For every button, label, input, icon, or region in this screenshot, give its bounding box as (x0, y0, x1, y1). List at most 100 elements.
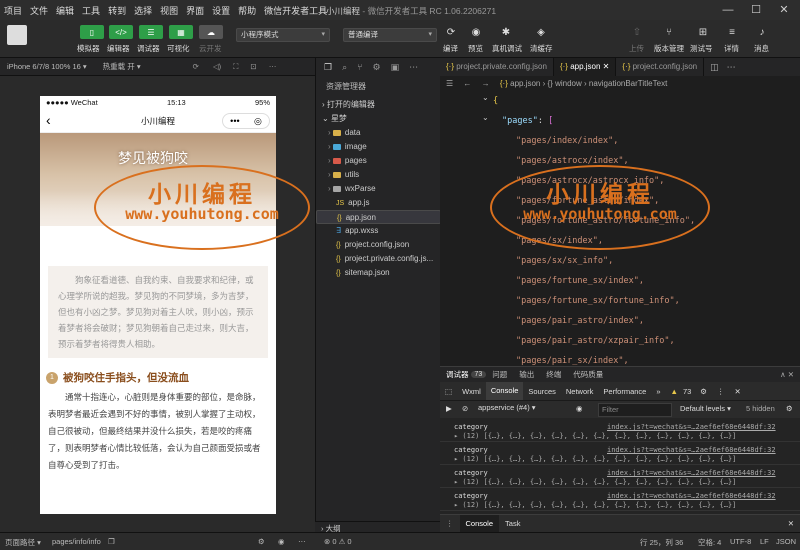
search-icon[interactable]: ⌕ (342, 62, 347, 73)
details-icon[interactable]: ≡ (723, 26, 741, 40)
indent-setting[interactable]: 空格: 4 (698, 537, 721, 548)
tree-item-image[interactable]: › image (316, 140, 441, 154)
extensions-icon[interactable]: ▣ (391, 62, 400, 73)
log-entry[interactable]: category index.js?t=wechat&s=…2aef6ef68e… (440, 466, 800, 488)
tree-item-utils[interactable]: › utils (316, 168, 441, 182)
menu-view[interactable]: 视图 (156, 4, 182, 17)
minimize-button[interactable]: — (720, 2, 736, 18)
tree-item-project-private-config[interactable]: {} project.private.config.js... (316, 252, 441, 266)
debugger-toggle[interactable]: ☰ (139, 25, 163, 39)
drawer-tab-task[interactable]: Task (499, 519, 526, 528)
close-icon[interactable]: ✕ (730, 387, 746, 396)
problems-count[interactable]: ⊗ 0 ⚠ 0 (324, 537, 352, 546)
close-icon[interactable]: ✕ (603, 62, 610, 71)
test-account-icon[interactable]: ⊞ (694, 26, 712, 40)
log-array[interactable]: ▸ (12) [{…}, {…}, {…}, {…}, {…}, {…}, {…… (454, 478, 736, 486)
more-icon[interactable]: ⋯ (269, 62, 277, 71)
tab-code-quality[interactable]: 代码质量 (567, 369, 609, 380)
exit-circle-icon[interactable]: ◎ (254, 116, 262, 127)
gear-icon[interactable]: ⚙ (786, 404, 793, 413)
version-icon[interactable]: ⑂ (660, 26, 678, 40)
context-select[interactable]: appservice (#4) ▾ (478, 403, 564, 416)
page-path-label[interactable]: 页面路径 ▾ (5, 537, 41, 548)
gear-icon[interactable]: ⚙ (695, 387, 712, 396)
tree-item-project-config[interactable]: {} project.config.json (316, 238, 441, 252)
menu-edit[interactable]: 编辑 (52, 4, 78, 17)
tab-output[interactable]: 输出 (513, 369, 540, 380)
nav-prev-icon[interactable]: ← (463, 79, 471, 88)
debug-run-icon[interactable]: ⚙ (373, 62, 381, 73)
clear-console-icon[interactable]: ⊘ (462, 404, 468, 413)
phone-screen[interactable]: ●●●●● WeChat 15:13 95% ‹ 小川编程 ••• ◎ 梦见被狗咬… (40, 96, 276, 514)
clear-cache-icon[interactable]: ◈ (532, 26, 550, 40)
upload-icon[interactable]: ⇧ (628, 26, 646, 40)
menu-file[interactable]: 文件 (26, 4, 52, 17)
more-vert-icon[interactable]: ⋮ (712, 387, 730, 396)
encoding[interactable]: UTF-8 (730, 537, 751, 546)
tab-terminal[interactable]: 终端 (540, 369, 567, 380)
hotreload-select[interactable]: 热重载 开 ▾ (103, 61, 141, 72)
panel-network[interactable]: Network (561, 387, 599, 396)
fold-chevron-icon[interactable]: ⌄ (482, 113, 489, 122)
mode-select[interactable]: 小程序模式 ▾ (236, 28, 330, 42)
tab-problems[interactable]: 问题 (486, 369, 513, 380)
log-entry[interactable]: category index.js?t=wechat&s=…2aef6ef68e… (440, 489, 800, 511)
volume-icon[interactable]: ◁) (213, 62, 221, 71)
close-window-button[interactable]: ✕ (776, 2, 792, 18)
log-array[interactable]: ▸ (12) [{…}, {…}, {…}, {…}, {…}, {…}, {…… (454, 455, 736, 463)
panel-controls-icon[interactable]: ∧ ✕ (780, 370, 794, 379)
log-source-link[interactable]: index.js?t=wechat&s=…2aef6ef68e6448df:32 (607, 492, 776, 500)
cloud-toggle[interactable]: ☁ (199, 25, 223, 39)
more-dots-icon[interactable]: ••• (230, 116, 239, 126)
tab-project-private-config[interactable]: {·} project.private.config.json (440, 58, 554, 76)
nav-next-icon[interactable]: → (482, 79, 490, 88)
page-path[interactable]: pages/info/info (52, 537, 101, 546)
tab-debugger[interactable]: 调试器 (440, 369, 475, 380)
source-control-icon[interactable]: ⑂ (357, 62, 362, 72)
levels-select[interactable]: Default levels ▾ (680, 404, 731, 413)
rotate-icon[interactable]: ⊡ (250, 62, 256, 71)
fold-chevron-icon[interactable]: ⌄ (482, 93, 489, 102)
menu-goto[interactable]: 转到 (104, 4, 130, 17)
panel-sources[interactable]: Sources (523, 387, 561, 396)
log-array[interactable]: ▸ (12) [{…}, {…}, {…}, {…}, {…}, {…}, {…… (454, 432, 736, 440)
menu-interface[interactable]: 界面 (182, 4, 208, 17)
compile-mode-select[interactable]: 普通编译 ▾ (343, 28, 437, 42)
sidebar-toggle-icon[interactable]: ▶ (446, 404, 452, 413)
copy-icon[interactable]: ❐ (108, 537, 115, 546)
preview-icon[interactable]: ◉ (467, 26, 485, 40)
maximize-button[interactable]: ☐ (748, 2, 764, 18)
panel-performance[interactable]: Performance (598, 387, 651, 396)
breadcrumb-window[interactable]: window (555, 79, 582, 88)
bell-icon[interactable]: ♪ (753, 26, 771, 40)
real-debug-icon[interactable]: ✱ (497, 26, 515, 40)
device-select[interactable]: iPhone 6/7/8 100% 16 ▾ (7, 62, 87, 71)
tree-item-pages[interactable]: › pages (316, 154, 441, 168)
eye-icon[interactable]: ◉ (576, 404, 583, 413)
open-editors[interactable]: › 打开的编辑器 (316, 98, 441, 112)
menu-help[interactable]: 帮助 (234, 4, 260, 17)
menu-select[interactable]: 选择 (130, 4, 156, 17)
compile-icon[interactable]: ⟳ (442, 26, 460, 40)
language-mode[interactable]: JSON (776, 537, 796, 546)
capsule-menu[interactable]: ••• ◎ (222, 113, 270, 129)
more-icon[interactable]: ⋯ (727, 58, 736, 76)
tab-project-config[interactable]: {·} project.config.json (616, 58, 705, 76)
log-source-link[interactable]: index.js?t=wechat&s=…2aef6ef68e6448df:32 (607, 446, 776, 454)
tree-item-sitemap[interactable]: {} sitemap.json (316, 266, 441, 280)
drawer-tab-console[interactable]: Console (459, 514, 500, 533)
cursor-position[interactable]: 行 25，列 36 (640, 537, 683, 548)
tree-item-app-js[interactable]: JS app.js (316, 196, 441, 210)
refresh-icon[interactable]: ⟳ (193, 62, 199, 71)
tree-item-data[interactable]: › data (316, 126, 441, 140)
eye-icon[interactable]: ◉ (278, 537, 285, 546)
panel-console[interactable]: Console (485, 382, 524, 400)
log-entry[interactable]: category index.js?t=wechat&s=…2aef6ef68e… (440, 420, 800, 442)
drawer-menu-icon[interactable]: ⋮ (440, 519, 460, 528)
breadcrumb-key[interactable]: navigationBarTitleText (589, 79, 667, 88)
more-icon[interactable]: ⋯ (298, 537, 306, 546)
menu-tools[interactable]: 工具 (78, 4, 104, 17)
menu-settings[interactable]: 设置 (208, 4, 234, 17)
fullscreen-icon[interactable]: ⛶ (233, 62, 238, 72)
project-avatar[interactable] (7, 25, 27, 45)
